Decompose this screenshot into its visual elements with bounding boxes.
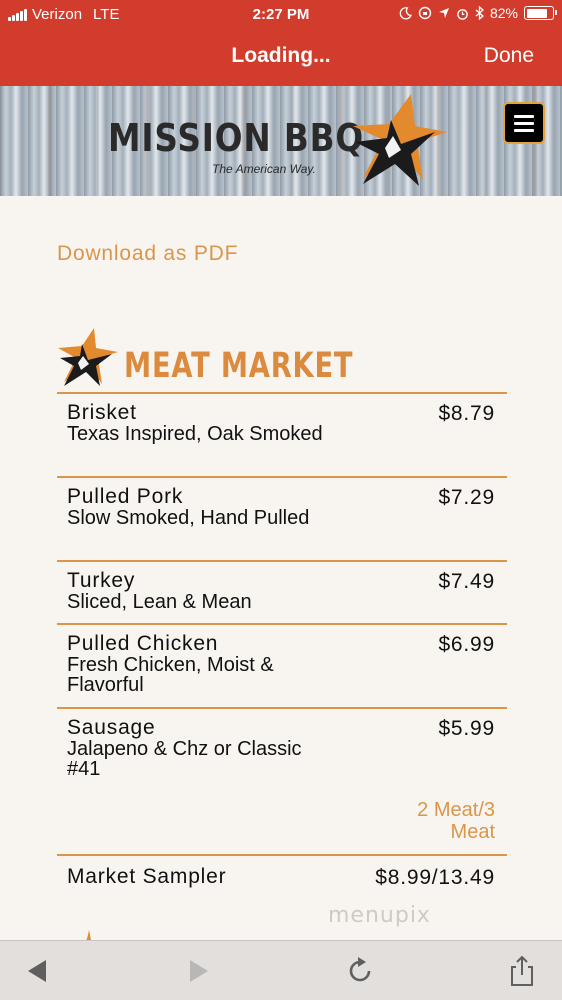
menu-item-row[interactable]: Turkey Sliced, Lean & Mean $7.49 (57, 560, 507, 623)
battery-percent: 82% (489, 5, 518, 21)
note-line: Meat (450, 821, 495, 843)
item-name: Pulled Pork (67, 485, 184, 508)
item-price: $7.29 (438, 486, 495, 509)
hamburger-line (514, 114, 534, 118)
watermark: menupix (328, 903, 431, 928)
carrier-label: Verizon (32, 6, 83, 23)
section-star-icon (58, 328, 118, 386)
sampler-note-text: 2 Meat/3 Meat (417, 799, 495, 843)
share-icon[interactable] (506, 955, 538, 987)
menu-item-row[interactable]: Market Sampler $8.99/13.49 (57, 854, 507, 898)
location-icon (438, 8, 449, 18)
item-price: $8.99/13.49 (375, 866, 495, 889)
section-title: MEAT MARKET (124, 346, 354, 386)
signal-icon (8, 8, 27, 21)
hamburger-line (514, 128, 534, 132)
bluetooth-icon (475, 6, 484, 20)
menu-item-row[interactable]: Sausage Jalapeno & Chz or Classic #41 $5… (57, 707, 507, 791)
item-name: Brisket (67, 401, 137, 424)
nav-title: Loading... (231, 44, 331, 67)
battery-icon (524, 6, 557, 20)
item-description: Sliced, Lean & Mean (67, 591, 252, 613)
status-right: 82% (399, 5, 557, 21)
item-name: Turkey (67, 569, 136, 592)
logo-tagline: The American Way. (212, 162, 316, 176)
item-price: $8.79 (438, 402, 495, 425)
logo-star-icon (353, 94, 447, 186)
note-line: 2 Meat/3 (417, 799, 495, 821)
item-price: $7.49 (438, 570, 495, 593)
sampler-note: 2 Meat/3 Meat (57, 791, 507, 854)
forward-arrow-icon[interactable] (182, 955, 214, 987)
download-pdf-link[interactable]: Download as PDF (57, 242, 238, 266)
menu-item-row[interactable]: Brisket Texas Inspired, Oak Smoked $8.79 (57, 392, 507, 476)
menu-content: Download as PDF MEAT MARKET Brisket Texa… (0, 196, 562, 940)
item-price: $5.99 (438, 717, 495, 740)
nav-bar: Loading... Done (0, 30, 562, 86)
status-left: Verizon LTE (8, 6, 119, 23)
moon-icon (399, 6, 412, 19)
hamburger-menu-button[interactable] (503, 102, 545, 144)
browser-toolbar (0, 940, 562, 1000)
item-price: $6.99 (438, 633, 495, 656)
alarm-icon (457, 8, 468, 20)
item-description: Slow Smoked, Hand Pulled (67, 507, 310, 529)
item-name: Pulled Chicken (67, 632, 219, 655)
refresh-icon[interactable] (344, 955, 376, 987)
header-banner: MISSION BBQ The American Way. (0, 86, 562, 196)
done-button[interactable]: Done (484, 44, 534, 68)
status-bar: Verizon LTE 2:27 PM 82% (0, 0, 562, 30)
partial-star-icon (86, 930, 91, 940)
menu-item-row[interactable]: Pulled Pork Slow Smoked, Hand Pulled $7.… (57, 476, 507, 560)
menu-item-row[interactable]: Pulled Chicken Fresh Chicken, Moist & Fl… (57, 623, 507, 707)
item-name: Sausage (67, 716, 156, 739)
item-description: Jalapeno & Chz or Classic #41 (67, 738, 302, 780)
rotation-lock-icon (418, 6, 432, 20)
back-arrow-icon[interactable] (22, 955, 54, 987)
item-description: Texas Inspired, Oak Smoked (67, 423, 323, 445)
network-label: LTE (93, 6, 120, 23)
menu-table: Brisket Texas Inspired, Oak Smoked $8.79… (57, 392, 507, 898)
hamburger-line (514, 121, 534, 125)
logo-text: MISSION BBQ (108, 116, 365, 160)
item-description: Fresh Chicken, Moist & Flavorful (67, 654, 274, 696)
